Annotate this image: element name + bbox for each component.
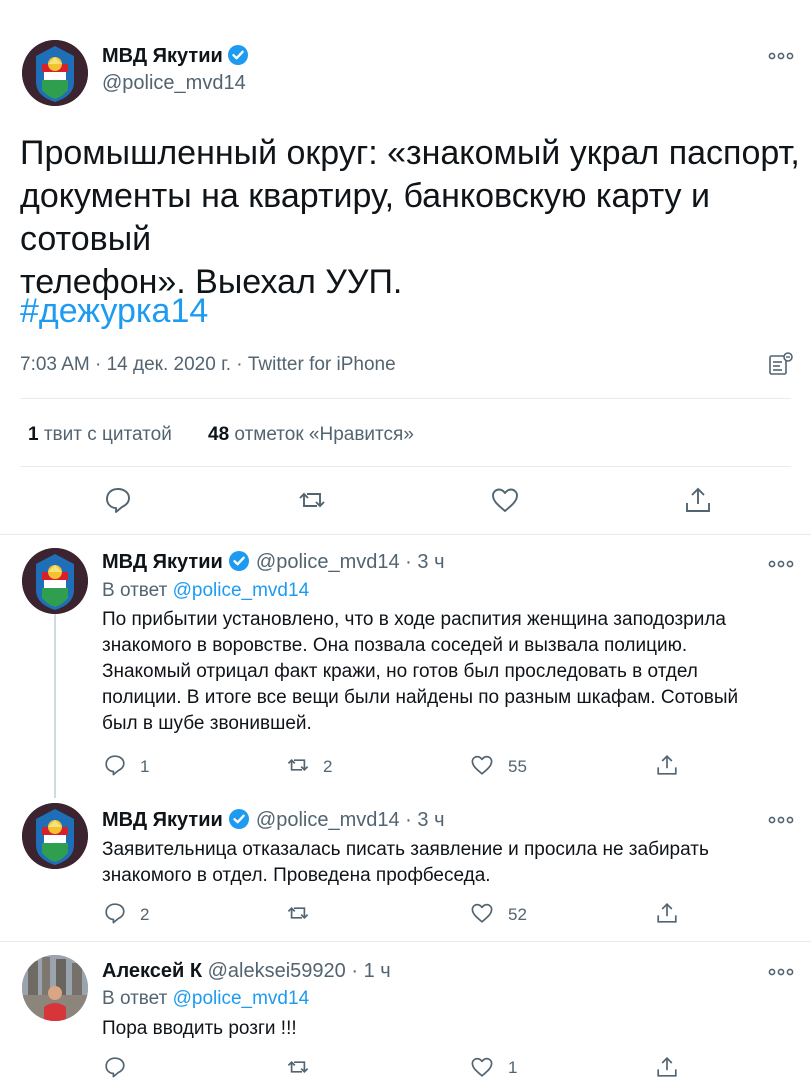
share-icon[interactable] — [655, 753, 679, 777]
like-label: отметок «Нравится» — [234, 424, 414, 445]
reply-author-handle[interactable]: @police_mvd14 · 3 ч — [256, 809, 445, 831]
heart-icon[interactable] — [470, 1055, 494, 1079]
reply-text-line: Заявительница отказалась писать заявлени… — [102, 839, 709, 860]
likes-stat[interactable]: 48 отметок «Нравится» — [208, 424, 414, 446]
reply-author-avatar[interactable] — [22, 548, 88, 614]
share-icon[interactable] — [683, 485, 713, 515]
more-dots-icon[interactable] — [768, 964, 794, 982]
heart-icon[interactable] — [470, 753, 494, 777]
tweet-text: Промышленный округ: «знакомый украл пасп… — [20, 132, 810, 304]
reply-author-avatar[interactable] — [22, 803, 88, 869]
reply-author-handle[interactable]: @aleksei59920 · 1 ч — [208, 960, 391, 982]
reply-author-name[interactable]: Алексей К — [102, 960, 202, 982]
share-icon[interactable] — [655, 901, 679, 925]
reply-count: 2 — [140, 905, 150, 924]
heart-icon[interactable] — [490, 485, 520, 515]
reply-author-handle[interactable]: @police_mvd14 · 3 ч — [256, 551, 445, 573]
divider — [20, 398, 791, 399]
like-count: 1 — [508, 1058, 518, 1077]
like-count: 48 — [208, 424, 230, 445]
author-avatar[interactable] — [22, 40, 88, 106]
tweet-text-line: документы на квартиру, банковскую карту … — [20, 177, 710, 258]
retweet-icon[interactable] — [297, 485, 327, 515]
verified-badge-icon — [227, 44, 249, 66]
divider — [0, 941, 811, 942]
verified-badge-icon — [228, 550, 250, 572]
heart-icon[interactable] — [470, 901, 494, 925]
share-icon[interactable] — [655, 1055, 679, 1079]
reply-icon[interactable] — [103, 1055, 127, 1079]
reply-to-line: В ответ @police_mvd14 — [102, 580, 309, 602]
analytics-icon[interactable] — [768, 352, 794, 381]
tweet-timestamp-source[interactable]: 7:03 AM · 14 дек. 2020 г. · Twitter for … — [20, 354, 396, 376]
reply-text: Заявительница отказалась писать заявлени… — [102, 837, 802, 889]
author-name[interactable]: МВД Якутии — [102, 45, 223, 67]
more-dots-icon[interactable] — [768, 556, 794, 574]
retweet-icon[interactable] — [286, 1055, 310, 1079]
reply-text-line: полиции. В итоге все вещи были найдены п… — [102, 687, 739, 708]
reply-text-line: По прибытии установлено, что в ходе расп… — [102, 609, 726, 630]
reply-header: МВД Якутии @police_mvd14 · 3 ч — [102, 550, 445, 574]
reply-text-line: Знакомый отрицал факт кражи, но готов бы… — [102, 661, 698, 682]
reply-icon[interactable] — [103, 901, 127, 925]
reply-text: По прибытии установлено, что в ходе расп… — [102, 607, 802, 737]
reply-text-line: знакомого в воровстве. Она позвала сосед… — [102, 635, 688, 656]
reply-author-avatar[interactable] — [22, 955, 88, 1021]
divider — [0, 534, 811, 535]
divider — [20, 466, 791, 467]
more-dots-icon[interactable] — [768, 812, 794, 830]
tweet-text-line: Промышленный округ: «знакомый украл пасп… — [20, 134, 800, 172]
reply-count: 1 — [140, 757, 150, 776]
reply-to-prefix: В ответ — [102, 580, 168, 601]
reply-to-prefix: В ответ — [102, 988, 168, 1009]
reply-text-line: был в шубе звонившей. — [102, 713, 312, 734]
quote-count: 1 — [28, 424, 39, 445]
reply-text: Пора вводить розги !!! — [102, 1016, 802, 1042]
like-count: 52 — [508, 905, 527, 924]
author-handle[interactable]: @police_mvd14 — [102, 72, 246, 95]
reply-author-name[interactable]: МВД Якутии — [102, 551, 223, 573]
reply-to-line: В ответ @police_mvd14 — [102, 988, 309, 1010]
reply-header: МВД Якутии @police_mvd14 · 3 ч — [102, 808, 445, 832]
reply-to-mention[interactable]: @police_mvd14 — [173, 988, 310, 1009]
retweet-count: 2 — [323, 757, 333, 776]
verified-badge-icon — [228, 808, 250, 830]
reply-header: Алексей К @aleksei59920 · 1 ч — [102, 960, 391, 983]
reply-icon[interactable] — [103, 753, 127, 777]
reply-text-line: Пора вводить розги !!! — [102, 1018, 297, 1039]
reply-author-name[interactable]: МВД Якутии — [102, 809, 223, 831]
thread-connector-line — [54, 610, 56, 798]
quote-label: твит с цитатой — [43, 424, 172, 445]
author-name-line: МВД Якутии — [102, 44, 249, 68]
quote-tweets-stat[interactable]: 1 твит с цитатой — [28, 424, 172, 446]
reply-icon[interactable] — [103, 485, 133, 515]
like-count: 55 — [508, 757, 527, 776]
hashtag-link[interactable]: #дежурка14 — [20, 292, 208, 331]
more-dots-icon[interactable] — [768, 48, 794, 64]
retweet-icon[interactable] — [286, 753, 310, 777]
retweet-icon[interactable] — [286, 901, 310, 925]
reply-text-line: знакомого в отдел. Проведена профбеседа. — [102, 865, 491, 886]
reply-to-mention[interactable]: @police_mvd14 — [173, 580, 310, 601]
